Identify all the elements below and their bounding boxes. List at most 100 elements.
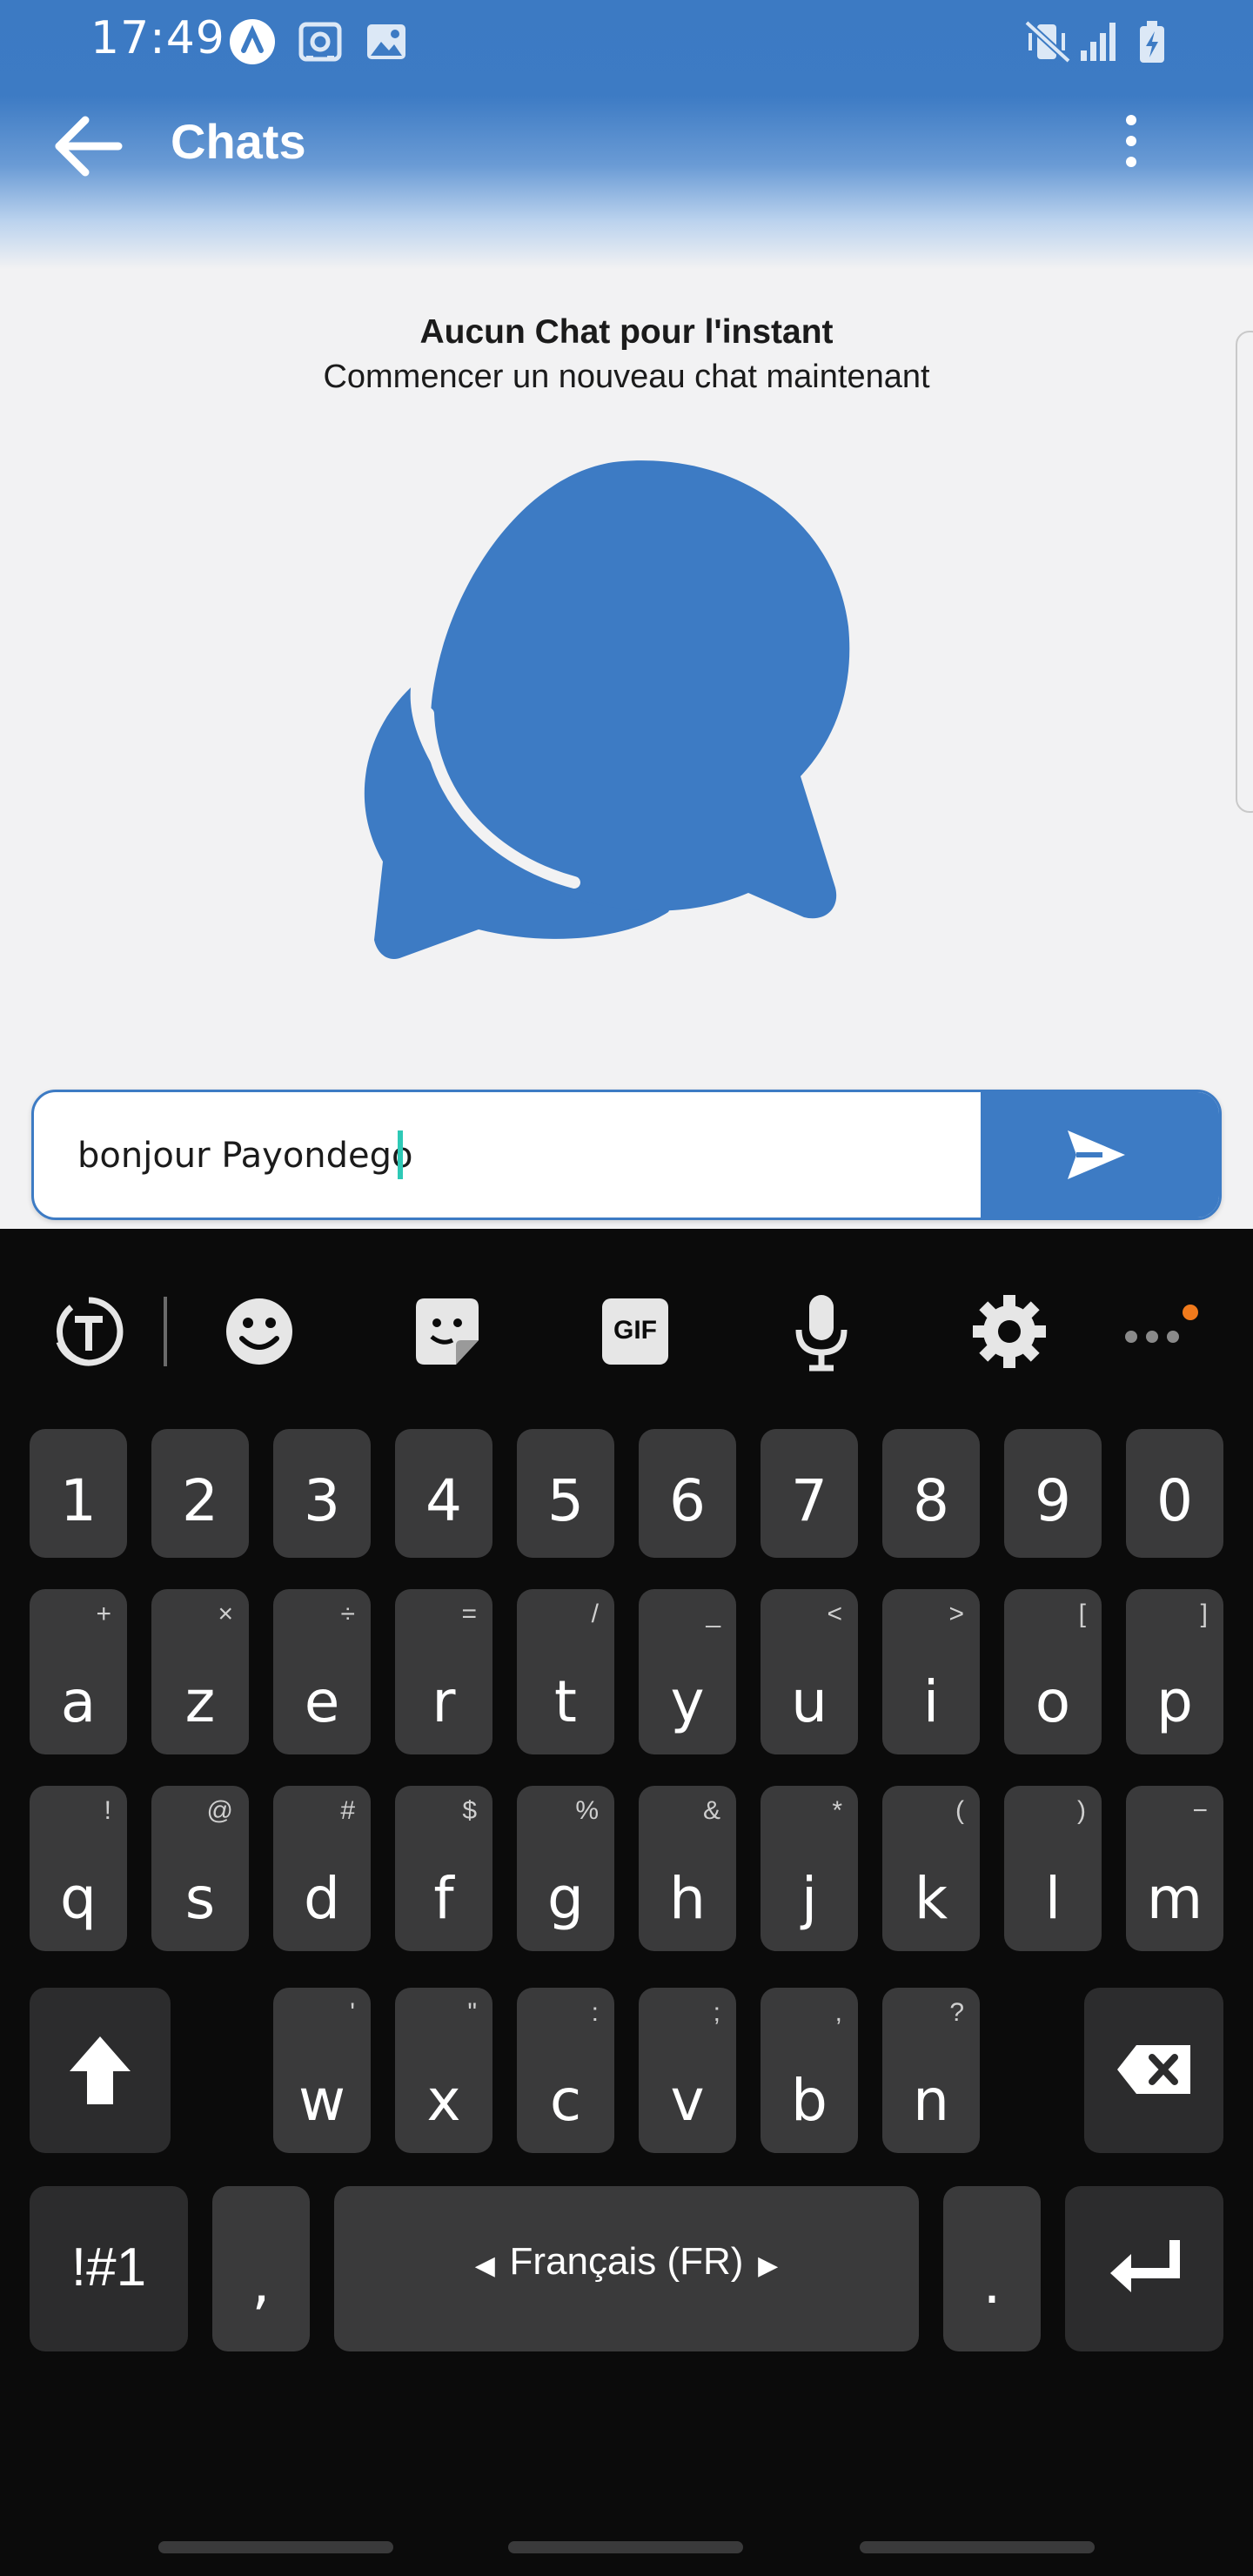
key-n[interactable]: ? n [882,1988,980,2153]
key-0[interactable]: 0 [1126,1429,1223,1558]
key-j[interactable]: * j [761,1786,858,1951]
key-6[interactable]: 6 [639,1429,736,1558]
enter-key[interactable] [1065,2186,1223,2351]
key-hint: ; [713,1998,720,2027]
side-panel-handle[interactable] [1236,331,1253,813]
key-k[interactable]: (k [882,1786,980,1951]
sticker-icon[interactable] [404,1288,491,1375]
key-hint: − [1192,1796,1208,1825]
key-w[interactable]: ' w [273,1988,371,2153]
back-button[interactable] [52,111,127,181]
key-y[interactable]: _ y [639,1589,736,1754]
key-hint: ? [949,1998,964,2027]
empty-state-subtitle: Commencer un nouveau chat maintenant [323,359,930,395]
key-5[interactable]: 5 [517,1429,614,1558]
shift-key[interactable] [30,1988,171,2153]
comma-key-label: , [251,2250,271,2317]
key-hint: = [461,1600,477,1628]
key-z[interactable]: × z [151,1589,249,1754]
space-key[interactable]: ◀ Français (FR) ▶ [334,2186,919,2351]
key-2[interactable]: 2 [151,1429,249,1558]
key-hint: × [218,1600,233,1628]
key-b[interactable]: ,b [761,1988,858,2153]
key-label: w [298,2067,345,2134]
key-c[interactable]: :c [517,1988,614,2153]
key-x[interactable]: " x [395,1988,492,2153]
key-label: r [432,1668,456,1735]
key-9[interactable]: 9 [1004,1429,1102,1558]
app-notification-icon [230,19,275,64]
key-7[interactable]: 7 [761,1429,858,1558]
key-e[interactable]: ÷ e [273,1589,371,1754]
key-label: 5 [547,1467,584,1534]
key-hint: : [591,1998,599,2027]
key-f[interactable]: $ f [395,1786,492,1951]
key-g[interactable]: % g [517,1786,614,1951]
key-label: 3 [304,1467,340,1534]
key-l[interactable]: ) l [1004,1786,1102,1951]
key-s[interactable]: @ s [151,1786,249,1951]
key-label: m [1146,1865,1203,1932]
key-label: t [554,1668,577,1735]
backspace-key[interactable] [1084,1988,1223,2153]
key-i[interactable]: > i [882,1589,980,1754]
key-q[interactable]: ! q [30,1786,127,1951]
key-hint: [ [1078,1600,1086,1628]
nav-home[interactable] [508,2541,743,2553]
shift-icon [70,2036,131,2104]
key-u[interactable]: < u [761,1589,858,1754]
key-1[interactable]: 1 [30,1429,127,1558]
comma-key[interactable]: , [212,2186,310,2351]
key-r[interactable]: = r [395,1589,492,1754]
symbols-key[interactable]: !#1 [30,2186,188,2351]
key-o[interactable]: [o [1004,1589,1102,1754]
key-4[interactable]: 4 [395,1429,492,1558]
key-label: b [791,2067,828,2134]
key-label: g [547,1865,584,1932]
key-a[interactable]: + a [30,1589,127,1754]
key-label: i [922,1668,940,1735]
key-label: u [791,1668,828,1735]
mic-icon[interactable] [778,1288,865,1375]
signal-icon [1081,23,1116,61]
soft-keyboard: GIF !#1 , ◀ Français (FR) ▶ . 1 2 3 4 5 … [0,1229,1253,2576]
key-d[interactable]: # d [273,1786,371,1951]
more-icon[interactable] [1114,1288,1201,1375]
key-label: 7 [791,1467,828,1534]
key-m[interactable]: − m [1126,1786,1223,1951]
key-3[interactable]: 3 [273,1429,371,1558]
emoji-icon[interactable] [216,1288,303,1375]
key-label: 8 [913,1467,949,1534]
more-options-button[interactable] [1105,108,1157,178]
key-8[interactable]: 8 [882,1429,980,1558]
send-button[interactable] [981,1092,1219,1218]
key-hint: / [591,1600,599,1628]
translate-icon[interactable] [45,1288,132,1375]
key-t[interactable]: / t [517,1589,614,1754]
empty-state-title: Aucun Chat pour l'instant [419,313,834,351]
key-hint: # [340,1796,355,1825]
nav-recent-apps[interactable] [158,2541,393,2553]
gif-label: GIF [613,1316,657,1345]
key-h[interactable]: & h [639,1786,736,1951]
key-hint: + [96,1600,111,1628]
key-hint: ! [104,1796,111,1825]
settings-icon[interactable] [966,1288,1053,1375]
key-label: 2 [182,1467,218,1534]
key-p[interactable]: ] p [1126,1589,1223,1754]
key-hint: _ [706,1600,720,1628]
gif-icon[interactable]: GIF [602,1298,668,1365]
toolbar-divider [164,1297,167,1366]
nav-back[interactable] [860,2541,1095,2553]
key-hint: * [832,1796,842,1825]
key-label: c [549,2067,582,2134]
key-hint: " [467,1998,477,2027]
period-key[interactable]: . [943,2186,1041,2351]
key-label: 0 [1156,1467,1193,1534]
key-v[interactable]: ; v [639,1988,736,2153]
key-label: h [669,1865,706,1932]
vibrate-mute-icon [1024,20,1071,64]
key-label: a [60,1668,97,1735]
key-label: 9 [1035,1467,1071,1534]
back-arrow-icon [55,116,123,177]
